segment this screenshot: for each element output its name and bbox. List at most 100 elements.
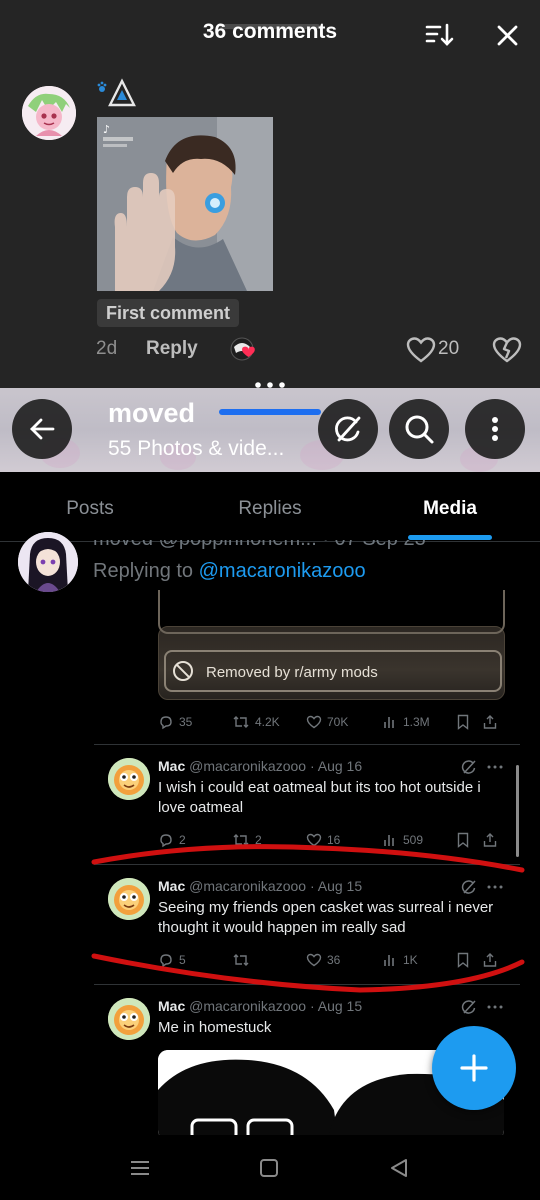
reply-action[interactable]: 35 <box>158 714 192 730</box>
views-action[interactable]: 509 <box>382 832 423 848</box>
top-action-row: 35 4.2K 70K 1.3M <box>158 714 504 734</box>
heart-icon <box>306 833 322 847</box>
bookmark-action[interactable] <box>456 952 470 968</box>
tweet-handle: @macaronikazooo <box>189 758 307 774</box>
removed-message: Removed by r/army mods <box>206 664 378 681</box>
tweet-name: Mac <box>158 998 186 1014</box>
repost-icon <box>233 716 249 728</box>
tweet-avatar <box>108 758 150 800</box>
reply-action[interactable]: 5 <box>158 952 186 968</box>
tweet-date: · Aug 15 <box>309 998 363 1014</box>
views-icon <box>384 717 394 728</box>
grok-icon[interactable] <box>460 998 478 1016</box>
tweet-text: Seeing my friends open casket was surrea… <box>158 899 494 936</box>
like-action[interactable]: 16 <box>306 832 340 848</box>
share-icon <box>483 715 497 729</box>
active-tab-indicator <box>408 535 492 540</box>
tweet-text: I wish i could eat oatmeal but its too h… <box>158 779 481 816</box>
tweet-name: Mac <box>158 758 186 774</box>
commenter-avatar[interactable] <box>22 86 76 140</box>
like-action[interactable]: 36 <box>306 952 340 968</box>
repost-count: 2 <box>255 833 262 847</box>
tweet-header: Mac @macaronikazooo · Aug 16 <box>158 758 362 774</box>
reply-action[interactable]: 2 <box>158 832 186 848</box>
views-action[interactable]: 1K <box>382 952 418 968</box>
bookmark-icon <box>457 832 469 848</box>
views-count: 1K <box>403 953 418 967</box>
plus-icon <box>460 1054 488 1082</box>
bookmark-action[interactable] <box>456 714 470 730</box>
tab-replies[interactable]: Replies <box>180 498 360 520</box>
author-avatar[interactable] <box>18 532 78 592</box>
tweet-handle: @macaronikazooo <box>189 998 307 1014</box>
dislike-icon[interactable] <box>492 336 522 364</box>
tweet-header: Mac @macaronikazooo · Aug 15 <box>158 878 362 894</box>
header-progress-line <box>219 409 321 415</box>
grok-icon[interactable] <box>460 878 478 896</box>
share-action[interactable] <box>482 714 498 730</box>
views-count: 1.3M <box>403 715 430 729</box>
close-icon[interactable] <box>490 18 524 52</box>
grok-button[interactable] <box>318 399 378 459</box>
repost-action[interactable]: 2 <box>232 832 262 848</box>
repost-icon <box>233 834 249 846</box>
media-count: 55 Photos & vide... <box>108 437 285 460</box>
reply-icon <box>160 834 172 848</box>
like-heart-icon[interactable] <box>406 336 436 364</box>
tab-media[interactable]: Media <box>360 498 540 520</box>
more-horizontal-icon[interactable] <box>486 878 504 896</box>
bookmark-icon <box>457 952 469 968</box>
compose-button[interactable] <box>432 1026 516 1110</box>
tweet-action-row: 2 2 16 509 <box>158 832 504 852</box>
comments-title: 36 comments <box>202 20 338 43</box>
replying-handle-link[interactable]: @macaronikazooo <box>199 560 366 582</box>
more-horizontal-icon[interactable] <box>486 758 504 776</box>
share-icon <box>483 833 497 847</box>
tweet-date: · Aug 15 <box>309 878 363 894</box>
reply-button[interactable]: Reply <box>146 338 198 360</box>
like-action[interactable]: 70K <box>306 714 348 730</box>
more-options-button[interactable] <box>465 399 525 459</box>
views-action[interactable]: 1.3M <box>382 714 430 730</box>
share-action[interactable] <box>482 832 498 848</box>
share-action[interactable] <box>482 952 498 968</box>
back-nav-icon[interactable] <box>384 1153 414 1183</box>
search-icon <box>405 415 434 444</box>
views-icon <box>384 835 394 846</box>
quoted-tweet[interactable]: Mac @macaronikazooo · Aug 16 I wish i co… <box>92 756 522 866</box>
more-dots-icon[interactable] <box>252 377 288 388</box>
scrollbar[interactable] <box>516 765 519 857</box>
replying-prefix: Replying to <box>93 560 194 582</box>
tweet-name: Mac <box>158 878 186 894</box>
comment-like-count: 20 <box>438 338 460 359</box>
tweet-date: · Aug 16 <box>309 758 363 774</box>
tweet-avatar <box>108 878 150 920</box>
like-count: 16 <box>327 833 341 847</box>
repost-action[interactable] <box>232 952 255 968</box>
bookmark-action[interactable] <box>456 832 470 848</box>
bookmark-icon <box>457 714 469 730</box>
reply-icon <box>160 716 172 730</box>
home-nav-icon[interactable] <box>254 1153 284 1183</box>
repost-action[interactable]: 4.2K <box>232 714 280 730</box>
search-button[interactable] <box>389 399 449 459</box>
profile-tabs: Posts Replies Media <box>0 472 540 542</box>
views-count: 509 <box>403 833 424 847</box>
comment-video-thumbnail[interactable]: ♪ <box>97 117 273 291</box>
quoted-tweet[interactable]: Mac @macaronikazooo · Aug 15 Seeing my f… <box>92 876 522 986</box>
tab-posts[interactable]: Posts <box>0 498 180 520</box>
sort-icon[interactable] <box>422 18 456 52</box>
grok-icon <box>335 416 361 442</box>
replying-to: Replying to @macaronikazooo <box>93 560 366 583</box>
tweet-header: Mac @macaronikazooo · Aug 15 <box>158 998 362 1014</box>
back-button[interactable] <box>12 399 72 459</box>
reply-count: 5 <box>179 953 186 967</box>
back-arrow-icon <box>30 418 55 440</box>
removed-card-top <box>158 590 505 634</box>
more-horizontal-icon[interactable] <box>486 998 504 1016</box>
svg-text:♪: ♪ <box>103 123 110 136</box>
reply-icon <box>160 954 172 968</box>
heart-icon <box>306 715 322 729</box>
menu-nav-icon[interactable] <box>125 1153 155 1183</box>
grok-icon[interactable] <box>460 758 478 776</box>
